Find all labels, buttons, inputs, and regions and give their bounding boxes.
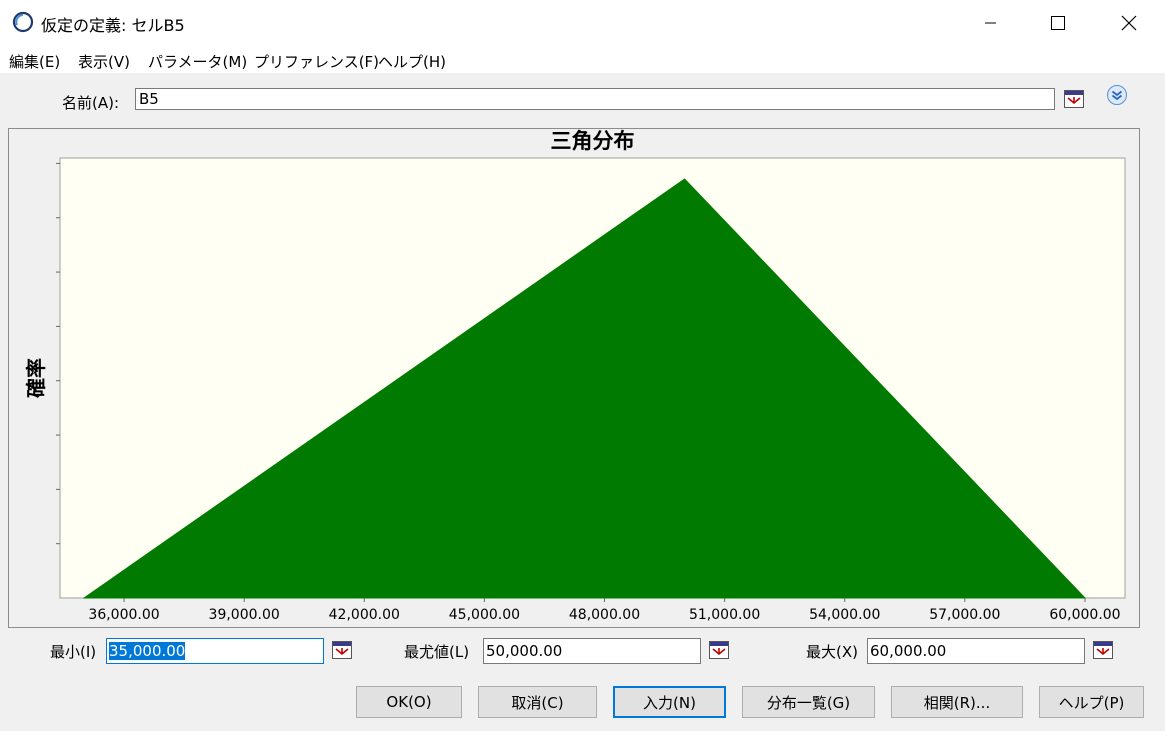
- maximize-icon: [1051, 16, 1065, 30]
- menu-parameters[interactable]: パラメータ(M): [148, 51, 247, 72]
- chart-title: 三角分布: [551, 129, 635, 153]
- minimize-icon: [985, 22, 996, 24]
- close-icon: [1121, 15, 1137, 31]
- window-title: 仮定の定義: セルB5: [41, 16, 185, 35]
- ok-button[interactable]: OK(O): [356, 686, 462, 718]
- cancel-button[interactable]: 取消(C): [478, 686, 597, 718]
- minimize-button[interactable]: [968, 0, 1014, 46]
- menu-help[interactable]: ヘルプ(H): [378, 51, 446, 72]
- x-tick-label: 57,000.00: [929, 607, 1000, 623]
- title-bar: 仮定の定義: セルB5: [0, 0, 1165, 46]
- x-tick-label: 36,000.00: [88, 607, 159, 623]
- min-cell-reference-icon[interactable]: [332, 641, 352, 659]
- likely-input[interactable]: 50,000.00: [483, 638, 701, 664]
- x-tick-label: 48,000.00: [569, 607, 640, 623]
- maximize-button[interactable]: [1035, 0, 1081, 46]
- likely-label: 最尤値(L): [404, 643, 470, 661]
- max-input[interactable]: 60,000.00: [867, 638, 1085, 664]
- x-tick-label: 60,000.00: [1049, 607, 1120, 623]
- max-cell-reference-icon[interactable]: [1093, 641, 1113, 659]
- menu-bar: 編集(E) 表示(V) パラメータ(M) プリファレンス(F) ヘルプ(H): [0, 46, 1165, 73]
- min-input[interactable]: 35,000.00: [106, 638, 324, 664]
- min-value: 35,000.00: [109, 642, 186, 660]
- chart-panel: 三角分布確率 36,000.00 39,000.00 42,000.00 45,000.…: [8, 128, 1140, 628]
- x-tick-label: 39,000.00: [209, 607, 280, 623]
- name-input[interactable]: B5: [135, 88, 1055, 110]
- max-label: 最大(X): [806, 643, 858, 661]
- enter-button[interactable]: 入力(N): [613, 686, 726, 718]
- distribution-gallery-button[interactable]: 分布一覧(G): [742, 686, 875, 718]
- close-button[interactable]: [1106, 0, 1152, 46]
- app-icon: [12, 11, 34, 33]
- name-label: 名前(A):: [62, 94, 120, 112]
- y-axis-label: 確率: [24, 358, 48, 398]
- x-tick-label: 54,000.00: [809, 607, 880, 623]
- min-label: 最小(I): [50, 643, 97, 661]
- correlate-button[interactable]: 相関(R)...: [891, 686, 1023, 718]
- help-button[interactable]: ヘルプ(P): [1039, 686, 1144, 718]
- x-tick-label: 42,000.00: [329, 607, 400, 623]
- expand-icon[interactable]: [1106, 84, 1128, 106]
- x-tick-label: 45,000.00: [449, 607, 520, 623]
- menu-preferences[interactable]: プリファレンス(F): [254, 51, 379, 72]
- cell-reference-icon[interactable]: [1064, 90, 1084, 108]
- menu-view[interactable]: 表示(V): [78, 51, 130, 72]
- distribution-chart: 三角分布確率 36,000.00 39,000.00 42,000.00 45,000.…: [24, 129, 1126, 623]
- likely-cell-reference-icon[interactable]: [709, 641, 729, 659]
- menu-edit[interactable]: 編集(E): [9, 51, 60, 72]
- x-tick-label: 51,000.00: [689, 607, 760, 623]
